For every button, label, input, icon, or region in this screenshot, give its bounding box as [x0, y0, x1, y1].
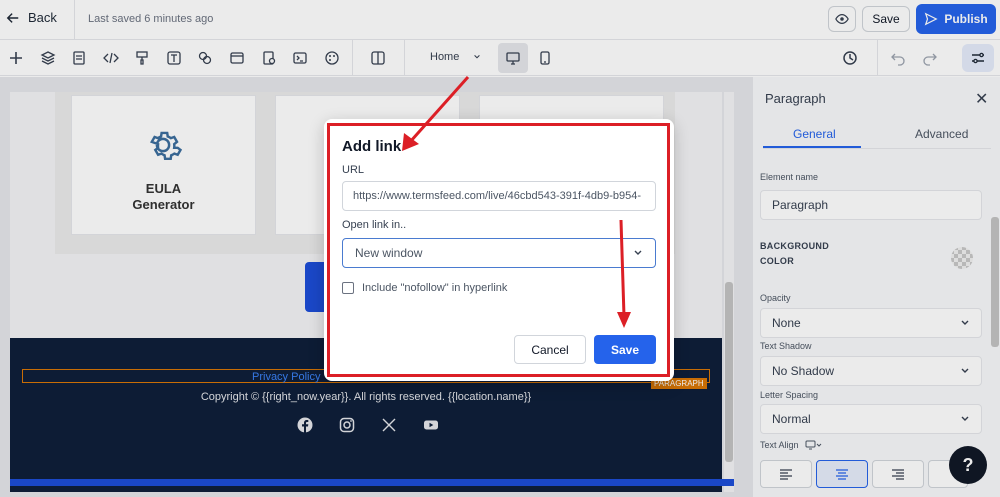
nofollow-option[interactable]: Include "nofollow" in hyperlink	[342, 282, 507, 294]
add-link-dialog: Add link URL https://www.termsfeed.com/l…	[324, 119, 674, 381]
nofollow-checkbox[interactable]	[342, 282, 354, 294]
url-input[interactable]: https://www.termsfeed.com/live/46cbd543-…	[342, 181, 656, 211]
dialog-title: Add link	[342, 138, 402, 155]
chevron-down-icon	[634, 250, 642, 255]
url-label: URL	[342, 164, 365, 176]
cancel-button[interactable]: Cancel	[514, 335, 586, 364]
open-link-in-label: Open link in..	[342, 219, 407, 231]
open-link-in-select[interactable]: New window	[342, 238, 656, 268]
open-link-in-value: New window	[355, 246, 423, 260]
save-link-button[interactable]: Save	[594, 335, 656, 364]
nofollow-label: Include "nofollow" in hyperlink	[362, 282, 508, 294]
